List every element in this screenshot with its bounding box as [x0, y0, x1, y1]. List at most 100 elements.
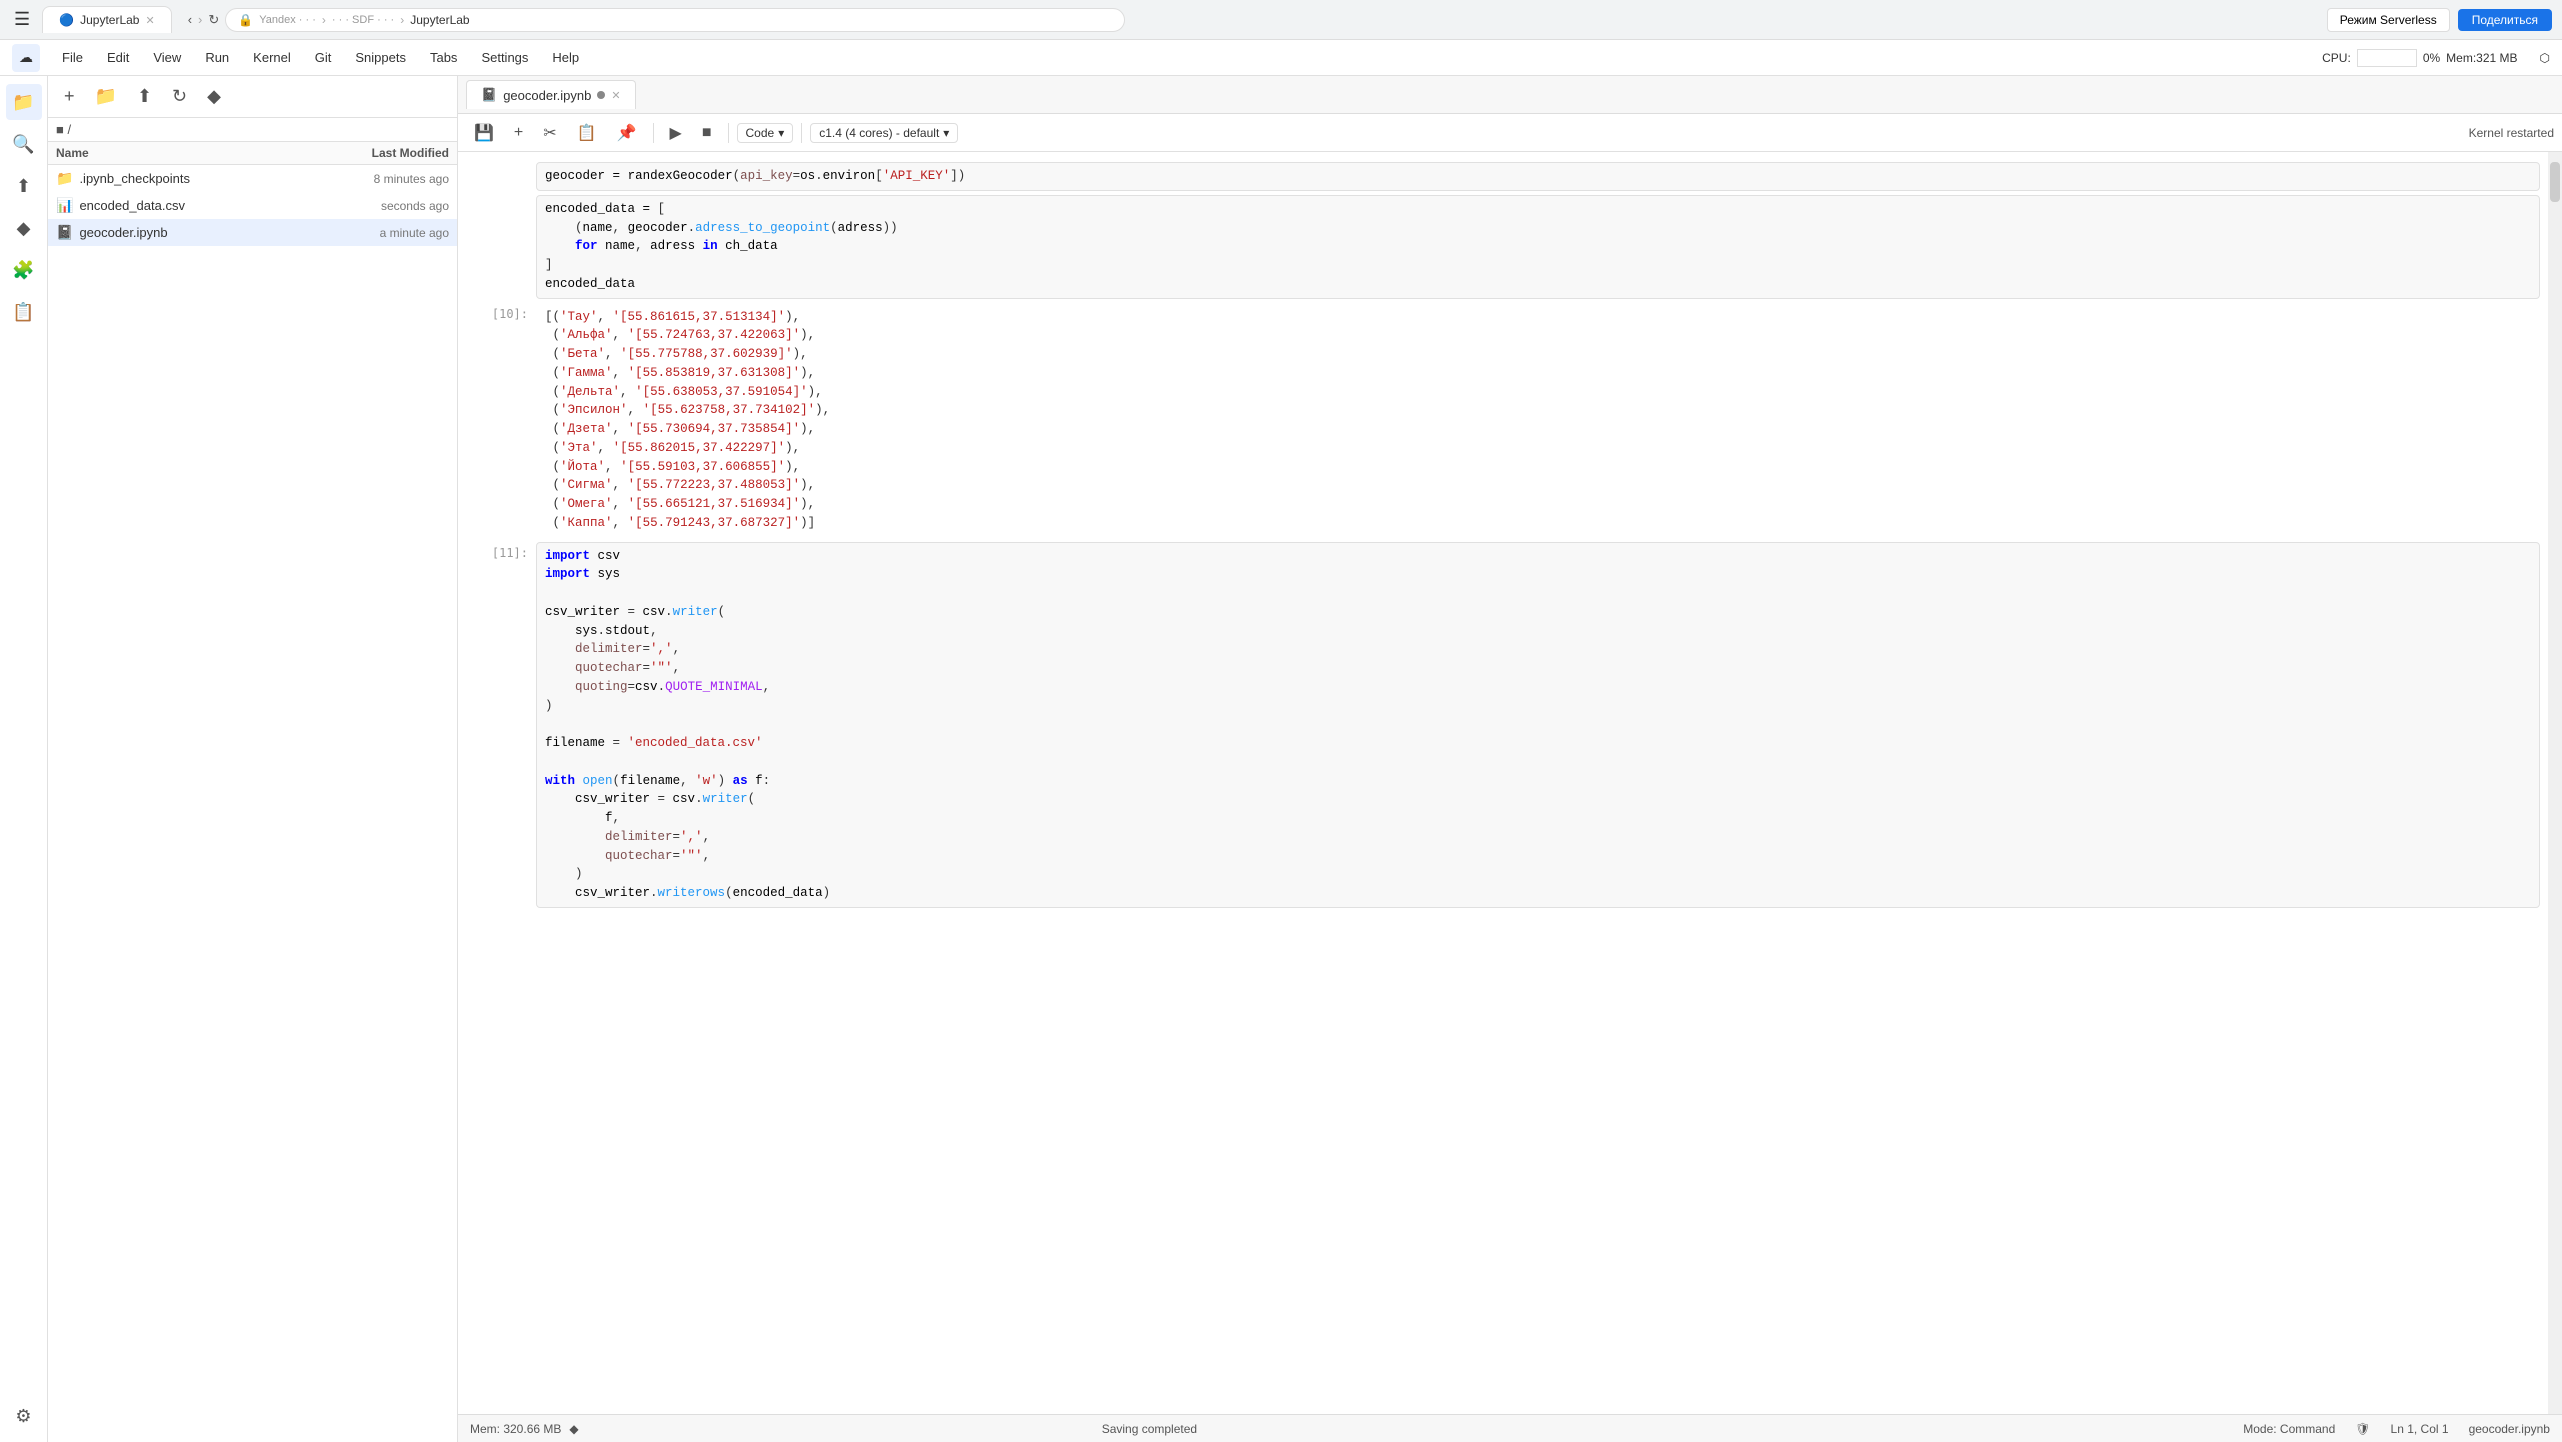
cpu-input[interactable]: [2357, 49, 2417, 67]
mem-status: Mem: 320.66 MB: [470, 1422, 561, 1436]
browser-menu-icon[interactable]: ☰: [10, 5, 34, 34]
menu-git[interactable]: Git: [305, 46, 342, 69]
file-item-csv[interactable]: 📊 encoded_data.csv seconds ago: [48, 192, 457, 219]
forward-icon[interactable]: ›: [198, 12, 202, 27]
file-item-notebook[interactable]: 📓 geocoder.ipynb a minute ago: [48, 219, 457, 246]
git-panel-btn[interactable]: ◆: [199, 82, 229, 111]
file-name-checkpoints: .ipynb_checkpoints: [79, 171, 269, 186]
file-modified-csv: seconds ago: [269, 199, 449, 213]
sidebar-settings-btn[interactable]: ⚙: [6, 1398, 42, 1434]
cell-type-select[interactable]: Code ▾: [737, 123, 794, 143]
menu-snippets[interactable]: Snippets: [345, 46, 416, 69]
run-btn[interactable]: ▶: [662, 119, 690, 147]
add-cell-btn[interactable]: +: [506, 120, 531, 146]
tab-notebook-name: geocoder.ipynb: [503, 88, 591, 103]
cell-csv-code: [11]: import csv import sys csv_writer =…: [458, 540, 2548, 910]
status-right: Mode: Command 🛡 Ln 1, Col 1 geocoder.ipy…: [2243, 1422, 2550, 1436]
stop-btn[interactable]: ■: [694, 120, 720, 146]
save-btn[interactable]: 💾: [466, 119, 502, 147]
sidebar-table-btn[interactable]: 📋: [6, 294, 42, 330]
browser-bar: ☰ 🔵 JupyterLab ✕ ‹ › ↻ 🔒 Yandex · · · › …: [0, 0, 2562, 40]
menu-tabs[interactable]: Tabs: [420, 46, 467, 69]
toolbar-separator-1: [653, 123, 654, 143]
notebook-tabs: 📓 geocoder.ipynb ✕: [458, 76, 2562, 114]
browser-tab[interactable]: 🔵 JupyterLab ✕: [42, 6, 172, 33]
sidebar-search-btn[interactable]: 🔍: [6, 126, 42, 162]
cell-encoded-data: encoded_data = [ (name, geocoder.adress_…: [458, 193, 2548, 301]
browser-actions: Режим Serverless Поделиться: [2327, 8, 2552, 32]
menu-run[interactable]: Run: [195, 46, 239, 69]
address-sep2: ›: [400, 13, 404, 27]
cell-geocoder-init: geocoder = randexGeocoder(api_key=os.env…: [458, 160, 2548, 193]
file-panel: + 📁 ⬆ ↻ ◆ ■ / Name Last Modified 📁 .ipyn…: [48, 76, 458, 1442]
mode-label: Mode: Command: [2243, 1422, 2335, 1436]
cell-code-csv[interactable]: import csv import sys csv_writer = csv.w…: [536, 542, 2540, 908]
paste-btn[interactable]: 📌: [609, 119, 645, 147]
file-toolbar: + 📁 ⬆ ↻ ◆: [48, 76, 457, 118]
sidebar-files-btn[interactable]: 📁: [6, 84, 42, 120]
cell-code-init[interactable]: geocoder = randexGeocoder(api_key=os.env…: [536, 162, 2540, 191]
trusted-icon: 🛡: [2355, 1422, 2370, 1436]
app-logo: ☁: [12, 44, 40, 72]
address-lock-icon: 🔒: [238, 13, 253, 27]
address-bar[interactable]: 🔒 Yandex · · · › · · · SDF · · · › Jupyt…: [225, 8, 1125, 32]
folder-icon: 📁: [56, 170, 73, 187]
cell-number-11: [11]:: [466, 542, 536, 908]
cpu-pct: 0%: [2423, 51, 2440, 65]
notebook-body: geocoder = randexGeocoder(api_key=os.env…: [458, 152, 2562, 1414]
cell-code-encoded[interactable]: encoded_data = [ (name, geocoder.adress_…: [536, 195, 2540, 299]
cell-type-chevron: ▾: [778, 126, 784, 140]
mem-label: Mem:321 MB: [2446, 51, 2517, 65]
sidebar-upload-btn[interactable]: ⬆: [6, 168, 42, 204]
breadcrumb: ■ /: [48, 118, 457, 142]
cell-number-encoded: [466, 195, 536, 299]
icon-sidebar: 📁 🔍 ⬆ ◆ 🧩 📋 ⚙: [0, 76, 48, 1442]
ln-col-label: Ln 1, Col 1: [2391, 1422, 2449, 1436]
new-folder-btn[interactable]: 📁: [87, 82, 125, 111]
status-bar: Mem: 320.66 MB ◆ Saving completed Mode: …: [458, 1414, 2562, 1442]
sidebar-extensions-btn[interactable]: 🧩: [6, 252, 42, 288]
share-network-icon[interactable]: ⬡: [2540, 51, 2550, 65]
share-button[interactable]: Поделиться: [2458, 9, 2552, 31]
file-item-checkpoints[interactable]: 📁 .ipynb_checkpoints 8 minutes ago: [48, 165, 457, 192]
menu-kernel[interactable]: Kernel: [243, 46, 301, 69]
kernel-chevron: ▾: [943, 126, 949, 140]
kernel-label: c1.4 (4 cores) - default: [819, 126, 939, 140]
sidebar-git-btn[interactable]: ◆: [6, 210, 42, 246]
copy-btn[interactable]: 📋: [569, 119, 605, 147]
cell-number-10: [10]:: [466, 303, 536, 538]
cells-container[interactable]: geocoder = randexGeocoder(api_key=os.env…: [458, 152, 2548, 1414]
menu-view[interactable]: View: [143, 46, 191, 69]
col-name-header: Name: [56, 146, 269, 160]
toolbar-separator-2: [728, 123, 729, 143]
new-file-btn[interactable]: +: [56, 82, 83, 111]
tab-close-btn[interactable]: ✕: [611, 89, 620, 102]
kernel-status: Kernel restarted: [2469, 126, 2554, 140]
cpu-section: CPU: 0% Mem:321 MB ⬡: [2322, 49, 2550, 67]
back-icon[interactable]: ‹: [188, 12, 192, 27]
upload-btn[interactable]: ⬆: [129, 82, 160, 111]
menu-help[interactable]: Help: [542, 46, 589, 69]
col-modified-header: Last Modified: [269, 146, 449, 160]
logo-icon: ☁: [19, 49, 33, 66]
tab-icon: 🔵: [59, 13, 74, 27]
menu-edit[interactable]: Edit: [97, 46, 139, 69]
serverless-button[interactable]: Режим Serverless: [2327, 8, 2450, 32]
address-sep1: ›: [322, 13, 326, 27]
menu-file[interactable]: File: [52, 46, 93, 69]
menu-settings[interactable]: Settings: [471, 46, 538, 69]
cut-btn[interactable]: ✂: [535, 119, 564, 147]
notebook-area: 📓 geocoder.ipynb ✕ 💾 + ✂ 📋 📌 ▶ ■ Code ▾: [458, 76, 2562, 1442]
refresh-icon[interactable]: ↻: [208, 12, 219, 28]
notebook-tab[interactable]: 📓 geocoder.ipynb ✕: [466, 80, 636, 109]
scrollbar-thumb[interactable]: [2550, 162, 2560, 202]
kernel-select[interactable]: c1.4 (4 cores) - default ▾: [810, 123, 958, 143]
refresh-btn[interactable]: ↻: [164, 82, 195, 111]
tab-close-icon[interactable]: ✕: [145, 14, 154, 27]
notebook-scrollbar[interactable]: [2548, 152, 2562, 1414]
notebook-icon: 📓: [56, 224, 73, 241]
file-modified-checkpoints: 8 minutes ago: [269, 172, 449, 186]
main-layout: 📁 🔍 ⬆ ◆ 🧩 📋 ⚙ + 📁 ⬆ ↻ ◆ ■ / Name Last Mo…: [0, 76, 2562, 1442]
status-filename: geocoder.ipynb: [2469, 1422, 2550, 1436]
breadcrumb-root[interactable]: ■ /: [56, 122, 71, 137]
